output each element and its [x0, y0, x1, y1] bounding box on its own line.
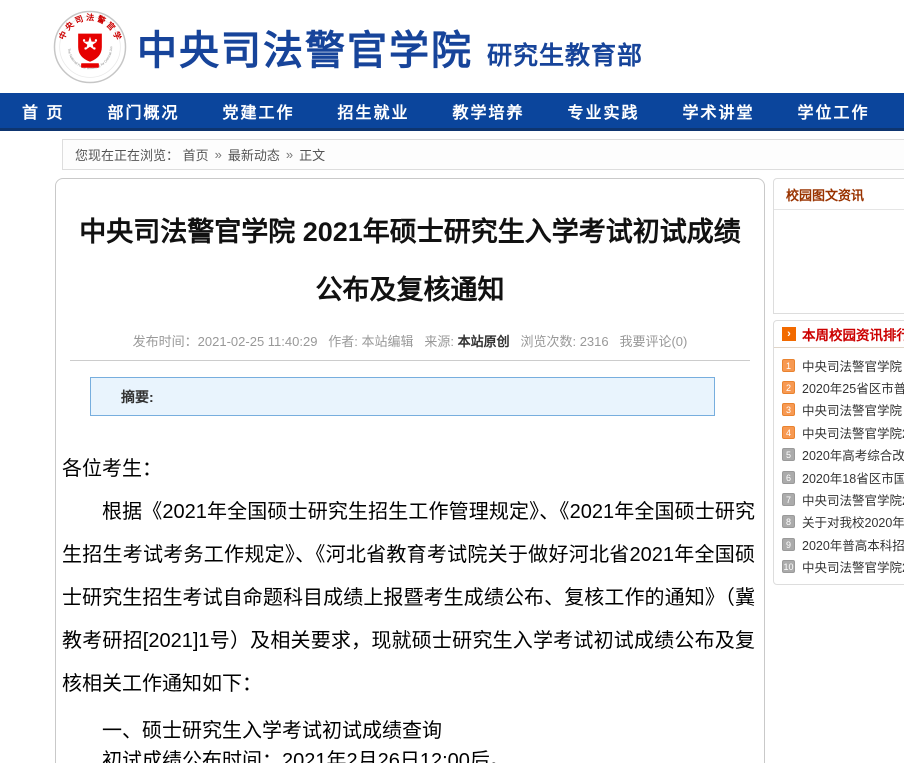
- school-name: 中央司法警官学院: [137, 18, 473, 76]
- ranking-item-text: 中央司法警官学院20: [802, 557, 904, 576]
- school-emblem-icon[interactable]: 中央司法警官学院 The National Police University …: [53, 10, 127, 84]
- nav-item-party-building[interactable]: 党建工作: [222, 99, 294, 123]
- rank-6-badge: 6: [782, 471, 795, 484]
- breadcrumb: 您现在正在浏览： 首页 » 最新动态 » 正文: [62, 139, 904, 170]
- rank-5-badge: 5: [782, 448, 795, 461]
- source-label: 来源:: [424, 334, 457, 349]
- summary-label: 摘要:: [121, 387, 154, 407]
- ranking-list: 1中央司法警官学院 20 22020年25省区市普通 3中央司法警官学院 20 …: [774, 348, 904, 584]
- ranking-item-1[interactable]: 1 中央司法警官学院 20: [782, 354, 904, 376]
- publish-time-line: 初试成绩公布时间：2021年2月26日12:00后。: [62, 746, 755, 763]
- nav-item-teaching[interactable]: 教学培养: [453, 99, 525, 123]
- summary-box: 摘要:: [90, 377, 715, 416]
- ranking-item-text: 2020年25省区市普通: [802, 378, 904, 397]
- breadcrumb-prefix: 您现在正在浏览：: [75, 145, 179, 164]
- page: 中央司法警官学院 The National Police University …: [0, 0, 904, 763]
- ranking-item-text: 2020年18省区市国家: [802, 468, 904, 487]
- article-meta: 发布时间：2021-02-25 11:40:29 作者: 本站编辑 来源: 本站…: [56, 331, 764, 350]
- article-title-line2: 公布及复核通知: [56, 261, 764, 319]
- ranking-item-text: 2020年普高本科招生: [802, 535, 904, 554]
- publish-time-label: 发布时间：: [133, 334, 198, 349]
- ranking-item-5[interactable]: 5 2020年高考综合改革: [782, 444, 904, 466]
- salutation: 各位考生：: [62, 448, 755, 491]
- breadcrumb-separator: »: [286, 147, 293, 162]
- ranking-item-10[interactable]: 10 中央司法警官学院20: [782, 556, 904, 578]
- nav-item-practice[interactable]: 专业实践: [568, 99, 640, 123]
- main-nav: 首 页 部门概况 党建工作 招生就业 教学培养 专业实践 学术讲堂 学位工作 研…: [0, 93, 904, 131]
- ranking-item-text: 中央司法警官学院 20: [802, 356, 904, 375]
- nav-item-lectures[interactable]: 学术讲堂: [683, 99, 755, 123]
- body-paragraph-1: 根据《2021年全国硕士研究生招生工作管理规定》、《2021年全国硕士研究生招生…: [62, 491, 755, 706]
- publish-time-value: 2021-02-25 11:40:29: [198, 334, 318, 349]
- article-container: 中央司法警官学院 2021年硕士研究生入学考试初试成绩 公布及复核通知 发布时间…: [55, 178, 765, 763]
- rank-10-badge: 10: [782, 560, 795, 573]
- ranking-item-3[interactable]: 3 中央司法警官学院 20: [782, 399, 904, 421]
- campus-photo-news-box: 校园图文资讯: [773, 178, 904, 314]
- rank-8-badge: 8: [782, 515, 795, 528]
- section-1-heading: 一、硕士研究生入学考试初试成绩查询: [62, 716, 755, 746]
- rank-2-badge: 2: [782, 381, 795, 394]
- nav-item-dept-overview[interactable]: 部门概况: [107, 99, 179, 123]
- weekly-ranking-header: › 本周校园资讯排行: [774, 321, 904, 348]
- weekly-ranking-title: 本周校园资讯排行: [802, 324, 904, 344]
- ranking-item-text: 2020年高考综合改革: [802, 445, 904, 464]
- views-count: 2316: [580, 334, 609, 349]
- nav-item-home[interactable]: 首 页: [22, 99, 64, 123]
- ranking-item-8[interactable]: 8 关于对我校2020年硕: [782, 511, 904, 533]
- ranking-item-2[interactable]: 2 2020年25省区市普通: [782, 376, 904, 398]
- ranking-item-9[interactable]: 9 2020年普高本科招生: [782, 533, 904, 555]
- ranking-item-7[interactable]: 7 中央司法警官学院20: [782, 488, 904, 510]
- ranking-item-text: 中央司法警官学院 20: [802, 400, 904, 419]
- views-label: 浏览次数:: [520, 334, 579, 349]
- nav-item-admissions-employment[interactable]: 招生就业: [337, 99, 409, 123]
- nav-item-degree-work[interactable]: 学位工作: [798, 99, 870, 123]
- breadcrumb-section-link[interactable]: 最新动态: [228, 145, 280, 164]
- article-body: 各位考生： 根据《2021年全国硕士研究生招生工作管理规定》、《2021年全国硕…: [56, 448, 764, 763]
- ranking-item-text: 中央司法警官学院20: [802, 490, 904, 509]
- rank-9-badge: 9: [782, 538, 795, 551]
- breadcrumb-separator: »: [215, 147, 222, 162]
- ranking-item-6[interactable]: 6 2020年18省区市国家: [782, 466, 904, 488]
- sidebar: 校园图文资讯 › 本周校园资讯排行 1 中央司法警官学院 20 2 2020年25省…: [773, 178, 904, 585]
- rank-7-badge: 7: [782, 493, 795, 506]
- article-title-line1: 中央司法警官学院 2021年硕士研究生入学考试初试成绩: [56, 203, 764, 261]
- ranking-item-text: 中央司法警官学院20: [802, 423, 904, 442]
- campus-photo-news-title: 校园图文资讯: [774, 179, 904, 210]
- department-name: 研究生教育部: [487, 36, 643, 72]
- site-header: 中央司法警官学院 The National Police University …: [0, 0, 904, 93]
- rank-4-badge: 4: [782, 426, 795, 439]
- rank-3-badge: 3: [782, 403, 795, 416]
- author-label: 作者:: [328, 334, 361, 349]
- article-title: 中央司法警官学院 2021年硕士研究生入学考试初试成绩 公布及复核通知: [56, 203, 764, 319]
- breadcrumb-current: 正文: [299, 145, 325, 164]
- comment-link[interactable]: 我要评论(0): [619, 334, 687, 349]
- breadcrumb-home-link[interactable]: 首页: [183, 145, 209, 164]
- meta-divider: [70, 360, 750, 361]
- rank-1-badge: 1: [782, 359, 795, 372]
- arrow-right-icon: ›: [782, 327, 796, 341]
- brand: 中央司法警官学院 研究生教育部: [137, 18, 643, 76]
- source-value: 本站原创: [458, 334, 510, 349]
- ranking-item-4[interactable]: 4 中央司法警官学院20: [782, 421, 904, 443]
- weekly-ranking-box: › 本周校园资讯排行 1中央司法警官学院 20 22020年25省区市普通 3中…: [773, 320, 904, 585]
- ranking-item-text: 关于对我校2020年硕: [802, 512, 904, 531]
- author-value: 本站编辑: [362, 334, 414, 349]
